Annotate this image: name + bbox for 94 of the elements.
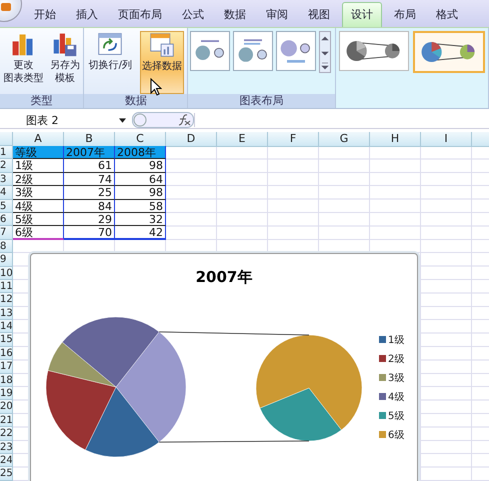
table-cell: 3级 [13,186,64,200]
column-header[interactable]: G [319,132,370,147]
table-cell: 2007年 [64,146,115,160]
ribbon-tab[interactable]: 设计 [342,2,382,27]
row-header[interactable]: 14 [0,320,13,334]
row-header[interactable]: 25 [0,467,13,481]
row-header[interactable]: 10 [0,266,13,280]
row-header[interactable]: 6 [0,212,13,226]
chart-layout-thumbnail[interactable] [233,31,274,71]
ribbon-tab[interactable]: 插入 [68,3,106,27]
ribbon-tab[interactable]: 布局 [386,3,424,27]
legend-label: 5级 [388,411,404,422]
legend-label: 6级 [388,430,404,441]
row-header[interactable]: 11 [0,280,13,294]
table-cell: 2008年 [115,146,166,160]
row-header[interactable]: 9 [0,253,13,267]
row-header[interactable]: 20 [0,400,13,414]
column-header[interactable]: F [268,132,319,147]
table-cell: 61 [64,159,115,173]
cursor-icon [150,78,162,96]
table-cell: 64 [115,172,166,186]
ribbon-tab[interactable]: 视图 [300,3,338,27]
table-cell: 5级 [13,212,64,226]
table-cell: 42 [115,226,166,240]
table-cell: 6级 [13,226,64,240]
table-chart-icon [148,32,175,58]
ribbon-button[interactable]: 选择数据 [140,31,184,94]
column-header[interactable]: C [115,132,166,147]
gallery-scrollbar[interactable] [319,31,332,73]
table-cell: 98 [115,186,166,200]
chart-title: 2007年 [196,268,252,286]
row-header[interactable]: 21 [0,414,13,428]
ribbon-group: 更改 图表类型 另存为 模板 类型 [0,28,84,108]
row-header[interactable]: 8 [0,240,13,254]
function-button[interactable] [132,112,194,128]
row-header[interactable]: 17 [0,360,13,374]
row-header[interactable]: 13 [0,306,13,320]
row-header[interactable]: 15 [0,333,13,347]
ribbon-group: 图表布局 [188,28,336,108]
table-cell: 1级 [13,159,64,173]
table-swap-icon [97,31,124,57]
row-header[interactable]: 2 [0,159,13,173]
ribbon-button[interactable]: 另存为 模板 [48,31,81,94]
table-cell: 84 [64,200,115,213]
table-cell: 58 [115,200,166,213]
row-header[interactable]: 23 [0,440,13,454]
column-header[interactable]: E [217,132,268,147]
chart-layout-thumbnail[interactable] [276,31,316,71]
table-cell: 74 [64,172,115,186]
select-all-corner[interactable] [0,132,13,146]
row-header[interactable]: 4 [0,186,13,200]
table-cell: 25 [64,186,115,200]
column-header[interactable]: D [166,132,217,147]
legend-label: 4级 [388,392,404,403]
table-cell: 等级 [13,146,64,160]
table-cell: 2级 [13,172,64,186]
chart-style-thumbnail[interactable] [413,31,485,73]
ribbon-tab[interactable]: 数据 [216,3,254,27]
chart-area[interactable]: 2007年 1级 2级 3级 4级 5级 6级 [30,253,418,481]
chart-save-icon [52,31,78,57]
column-header[interactable]: I [421,132,472,147]
row-header[interactable]: 16 [0,346,13,360]
table-cell: 32 [115,212,166,226]
row-header[interactable]: 24 [0,454,13,468]
row-header[interactable]: 18 [0,374,13,388]
row-header[interactable]: 1 [0,146,13,160]
column-header[interactable]: A [13,132,64,147]
ribbon-group: 切换行/列 选择数据 数据 [84,28,188,108]
ribbon-tab[interactable]: 审阅 [258,3,296,27]
legend-label: 1级 [388,335,404,346]
table-cell: 70 [64,226,115,240]
chart-style-thumbnail[interactable] [339,31,409,71]
legend-label: 3级 [388,373,404,384]
ribbon-tab[interactable]: 格式 [428,3,466,27]
ribbon-tab[interactable]: 开始 [26,3,64,27]
row-header[interactable]: 22 [0,427,13,441]
row-header[interactable]: 12 [0,293,13,307]
ribbon-tab[interactable]: 页面布局 [110,3,170,27]
legend-label: 2级 [388,354,404,365]
name-box[interactable]: 图表 2 [0,112,132,128]
column-header[interactable]: H [370,132,421,147]
chart-layout-thumbnail[interactable] [190,31,230,71]
table-cell: 4级 [13,200,64,213]
ribbon-button[interactable]: 切换行/列 [88,31,134,94]
row-header[interactable]: 19 [0,387,13,400]
table-cell: 98 [115,159,166,173]
dropdown-icon [119,118,126,122]
row-header[interactable]: 5 [0,200,13,213]
row-header[interactable]: 3 [0,172,13,186]
ribbon-button[interactable]: 更改 图表类型 [2,31,44,94]
row-header[interactable]: 7 [0,226,13,240]
column-header[interactable]: B [64,132,115,147]
table-cell: 29 [64,212,115,226]
ribbon-tab[interactable]: 公式 [174,3,212,27]
